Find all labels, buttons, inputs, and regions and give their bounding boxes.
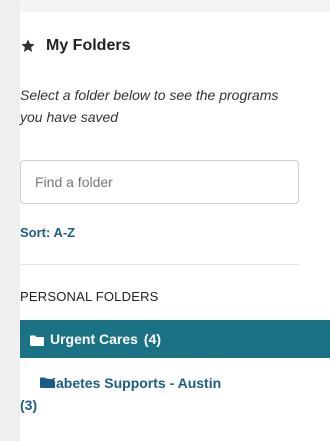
folder-icon [30, 335, 44, 346]
folder-count: (3) [20, 397, 38, 413]
page-background-left [0, 0, 20, 441]
star-icon [21, 39, 35, 52]
page-title: My Folders [46, 37, 131, 54]
folder-item-diabetes-supports-austin[interactable]: Diabetes Supports - Austin (3) [20, 372, 300, 416]
folder-instructions: Select a folder below to see the program… [20, 87, 279, 125]
folder-icon [40, 377, 54, 388]
sort-link[interactable]: Sort: A-Z [20, 225, 75, 240]
folder-name: Urgent Cares [50, 331, 138, 347]
folder-item-urgent-cares[interactable]: Urgent Cares (4) [20, 320, 330, 358]
divider [20, 264, 300, 265]
folder-name: Diabetes Supports - Austin [42, 375, 222, 391]
section-label-personal-folders: PERSONAL FOLDERS [20, 289, 159, 304]
folders-header: My Folders [20, 36, 130, 56]
folder-count: (4) [143, 331, 162, 347]
find-folder-input[interactable] [20, 160, 299, 204]
